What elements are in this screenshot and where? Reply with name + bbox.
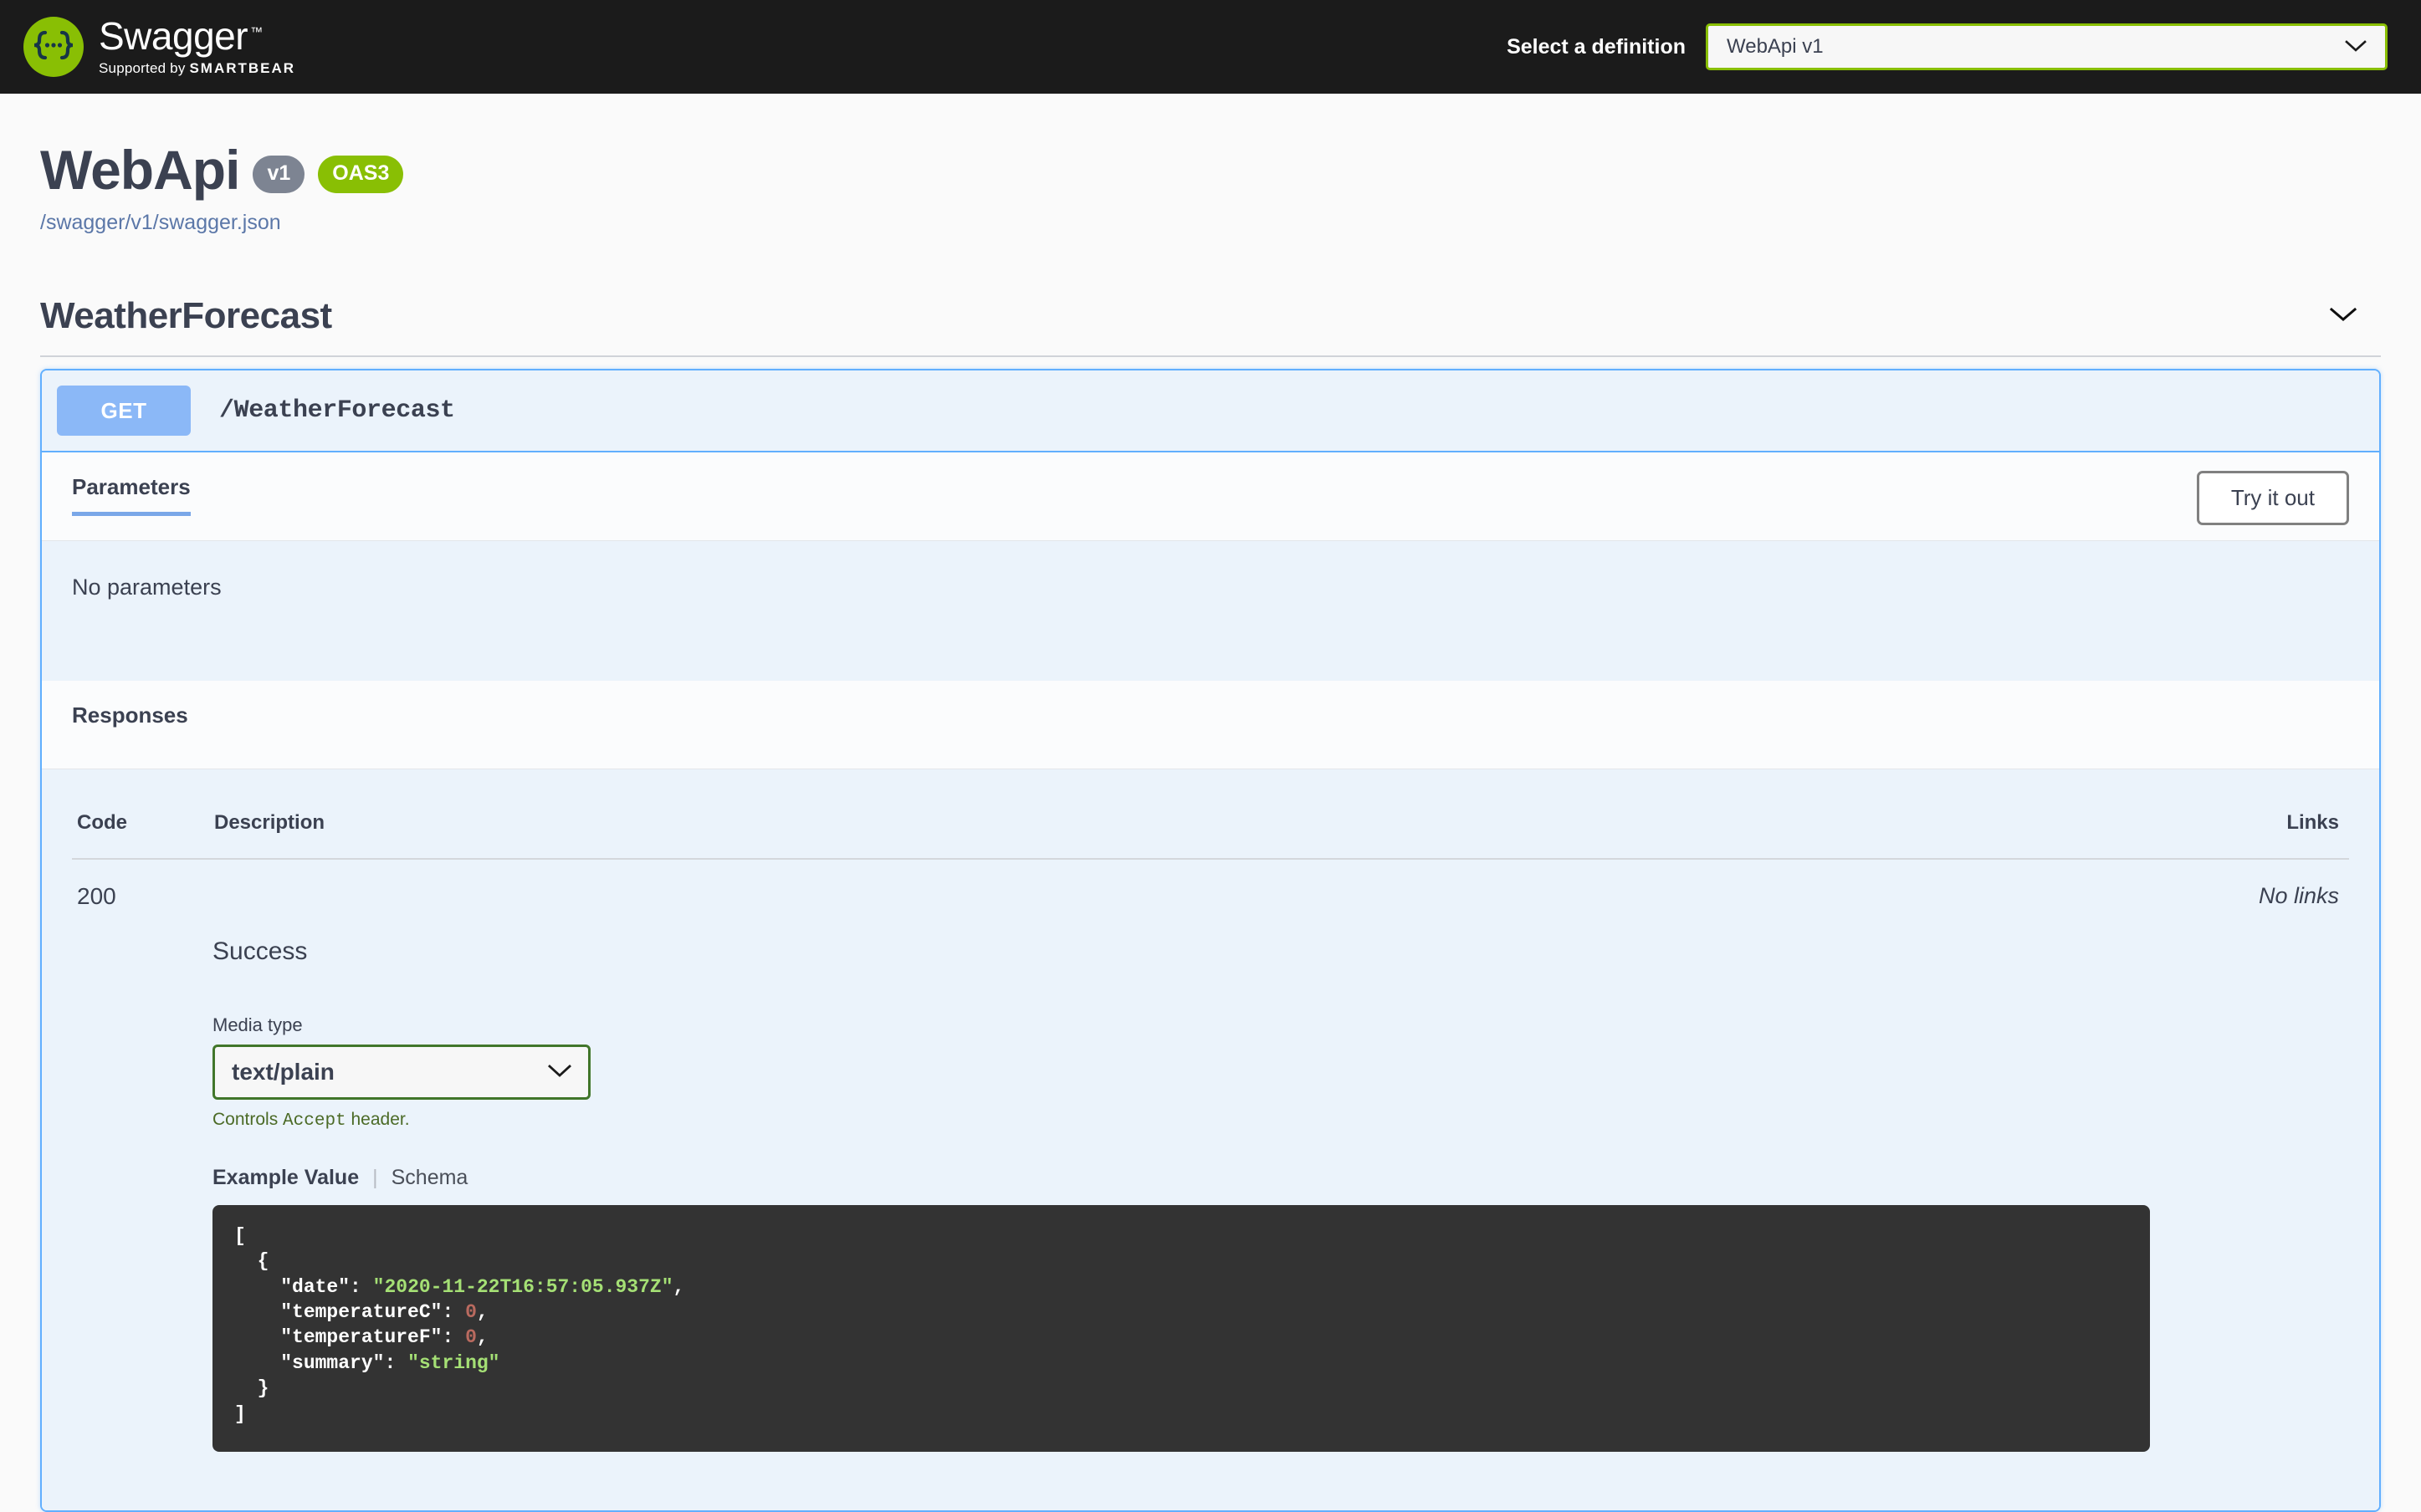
page-title: WebApi xyxy=(40,139,240,201)
chevron-down-icon xyxy=(548,1060,571,1084)
parameters-header: Parameters Try it out xyxy=(42,452,2379,541)
table-row: 200 No links xyxy=(72,859,2349,911)
accept-note-suffix: header. xyxy=(345,1110,410,1129)
json-key-temperaturef: "temperatureF" xyxy=(280,1326,443,1349)
oas-version-badge: OAS3 xyxy=(318,155,404,193)
operation-path: /WeatherForecast xyxy=(219,396,455,425)
parameters-title: Parameters xyxy=(72,474,191,516)
column-header-description: Description xyxy=(214,811,1384,860)
json-value-date: "2020-11-22T16:57:05.937Z" xyxy=(372,1275,673,1298)
responses-title: Responses xyxy=(72,702,188,728)
json-value-summary: "string" xyxy=(407,1351,500,1374)
chevron-down-icon xyxy=(2345,36,2367,58)
chevron-down-icon[interactable] xyxy=(2329,306,2357,327)
json-key-summary: "summary" xyxy=(280,1351,385,1374)
tab-example-value[interactable]: Example Value xyxy=(212,1166,359,1190)
try-it-out-button[interactable]: Try it out xyxy=(2196,471,2349,525)
api-info: WebApi v1 OAS3 /swagger/v1/swagger.json xyxy=(0,94,2421,235)
json-value-temperaturef: 0 xyxy=(465,1326,477,1349)
accept-header-code: Accept xyxy=(283,1111,346,1131)
media-type-select[interactable]: text/plain xyxy=(212,1045,591,1100)
supported-by-text: Supported by xyxy=(99,60,186,76)
example-schema-tabs: Example Value | Schema xyxy=(72,1166,2349,1190)
version-badge: v1 xyxy=(253,155,305,193)
json-close-array: ] xyxy=(234,1402,246,1425)
accept-note-prefix: Controls xyxy=(212,1110,284,1129)
swagger-wordmark: Swagger ™ Supported by SMARTBEAR xyxy=(99,17,295,77)
responses-header: Responses xyxy=(42,681,2379,769)
json-value-temperaturec: 0 xyxy=(465,1301,477,1324)
tag-header[interactable]: WeatherForecast xyxy=(40,295,2381,357)
example-json: [ { "date": "2020-11-22T16:57:05.937Z", … xyxy=(234,1225,685,1425)
json-open-object: { xyxy=(234,1250,269,1273)
operation-summary[interactable]: GET /WeatherForecast xyxy=(42,370,2379,452)
responses-table: Code Description Links 200 No links xyxy=(72,811,2349,911)
operation-body: Parameters Try it out No parameters Resp… xyxy=(42,452,2379,1510)
http-method-badge: GET xyxy=(57,386,191,436)
column-header-code: Code xyxy=(72,811,214,860)
definition-select-value: WebApi v1 xyxy=(1727,35,1824,58)
responses-body: Code Description Links 200 No links Succ… xyxy=(42,769,2379,1510)
spec-url-link[interactable]: /swagger/v1/swagger.json xyxy=(40,211,2381,235)
swagger-title: Swagger ™ xyxy=(99,17,295,55)
media-type-value: text/plain xyxy=(232,1059,335,1085)
topbar: Swagger ™ Supported by SMARTBEAR Select a… xyxy=(0,0,2421,94)
definition-selector-group: Select a definition WebApi v1 xyxy=(1507,23,2388,70)
tab-schema[interactable]: Schema xyxy=(392,1166,468,1190)
example-value-code-block[interactable]: [ { "date": "2020-11-22T16:57:05.937Z", … xyxy=(212,1205,2150,1452)
json-key-date: "date" xyxy=(280,1275,351,1298)
swagger-logo-icon xyxy=(23,17,84,77)
media-type-label: Media type xyxy=(212,1014,303,1035)
tag-section-weatherforecast: WeatherForecast GET /WeatherForecast Par… xyxy=(0,295,2421,1512)
response-description-cell xyxy=(214,859,1384,911)
accept-header-note: Controls Accept header. xyxy=(72,1110,2349,1131)
no-parameters-text: No parameters xyxy=(42,541,2379,681)
trademark-symbol: ™ xyxy=(250,24,263,39)
supported-by-line: Supported by SMARTBEAR xyxy=(99,60,295,77)
table-header-row: Code Description Links xyxy=(72,811,2349,860)
swagger-title-text: Swagger xyxy=(99,14,248,58)
operation-block-get-weatherforecast: GET /WeatherForecast Parameters Try it o… xyxy=(40,369,2381,1512)
json-key-temperaturec: "temperatureC" xyxy=(280,1301,443,1324)
json-close-object: } xyxy=(234,1377,269,1400)
swagger-logo[interactable]: Swagger ™ Supported by SMARTBEAR xyxy=(23,17,295,77)
responses-bottom-spacer xyxy=(72,1451,2349,1510)
response-code: 200 xyxy=(77,883,116,909)
response-description: Success xyxy=(212,937,308,965)
json-open-array: [ xyxy=(234,1225,246,1247)
smartbear-brand: SMARTBEAR xyxy=(189,60,296,76)
response-links: No links xyxy=(2258,883,2339,908)
tag-title: WeatherForecast xyxy=(40,295,332,336)
select-definition-label: Select a definition xyxy=(1507,34,1686,59)
tab-separator: | xyxy=(372,1166,378,1189)
column-header-links: Links xyxy=(1383,811,2349,860)
api-title-row: WebApi v1 OAS3 xyxy=(40,142,2381,197)
definition-select[interactable]: WebApi v1 xyxy=(1706,23,2388,70)
